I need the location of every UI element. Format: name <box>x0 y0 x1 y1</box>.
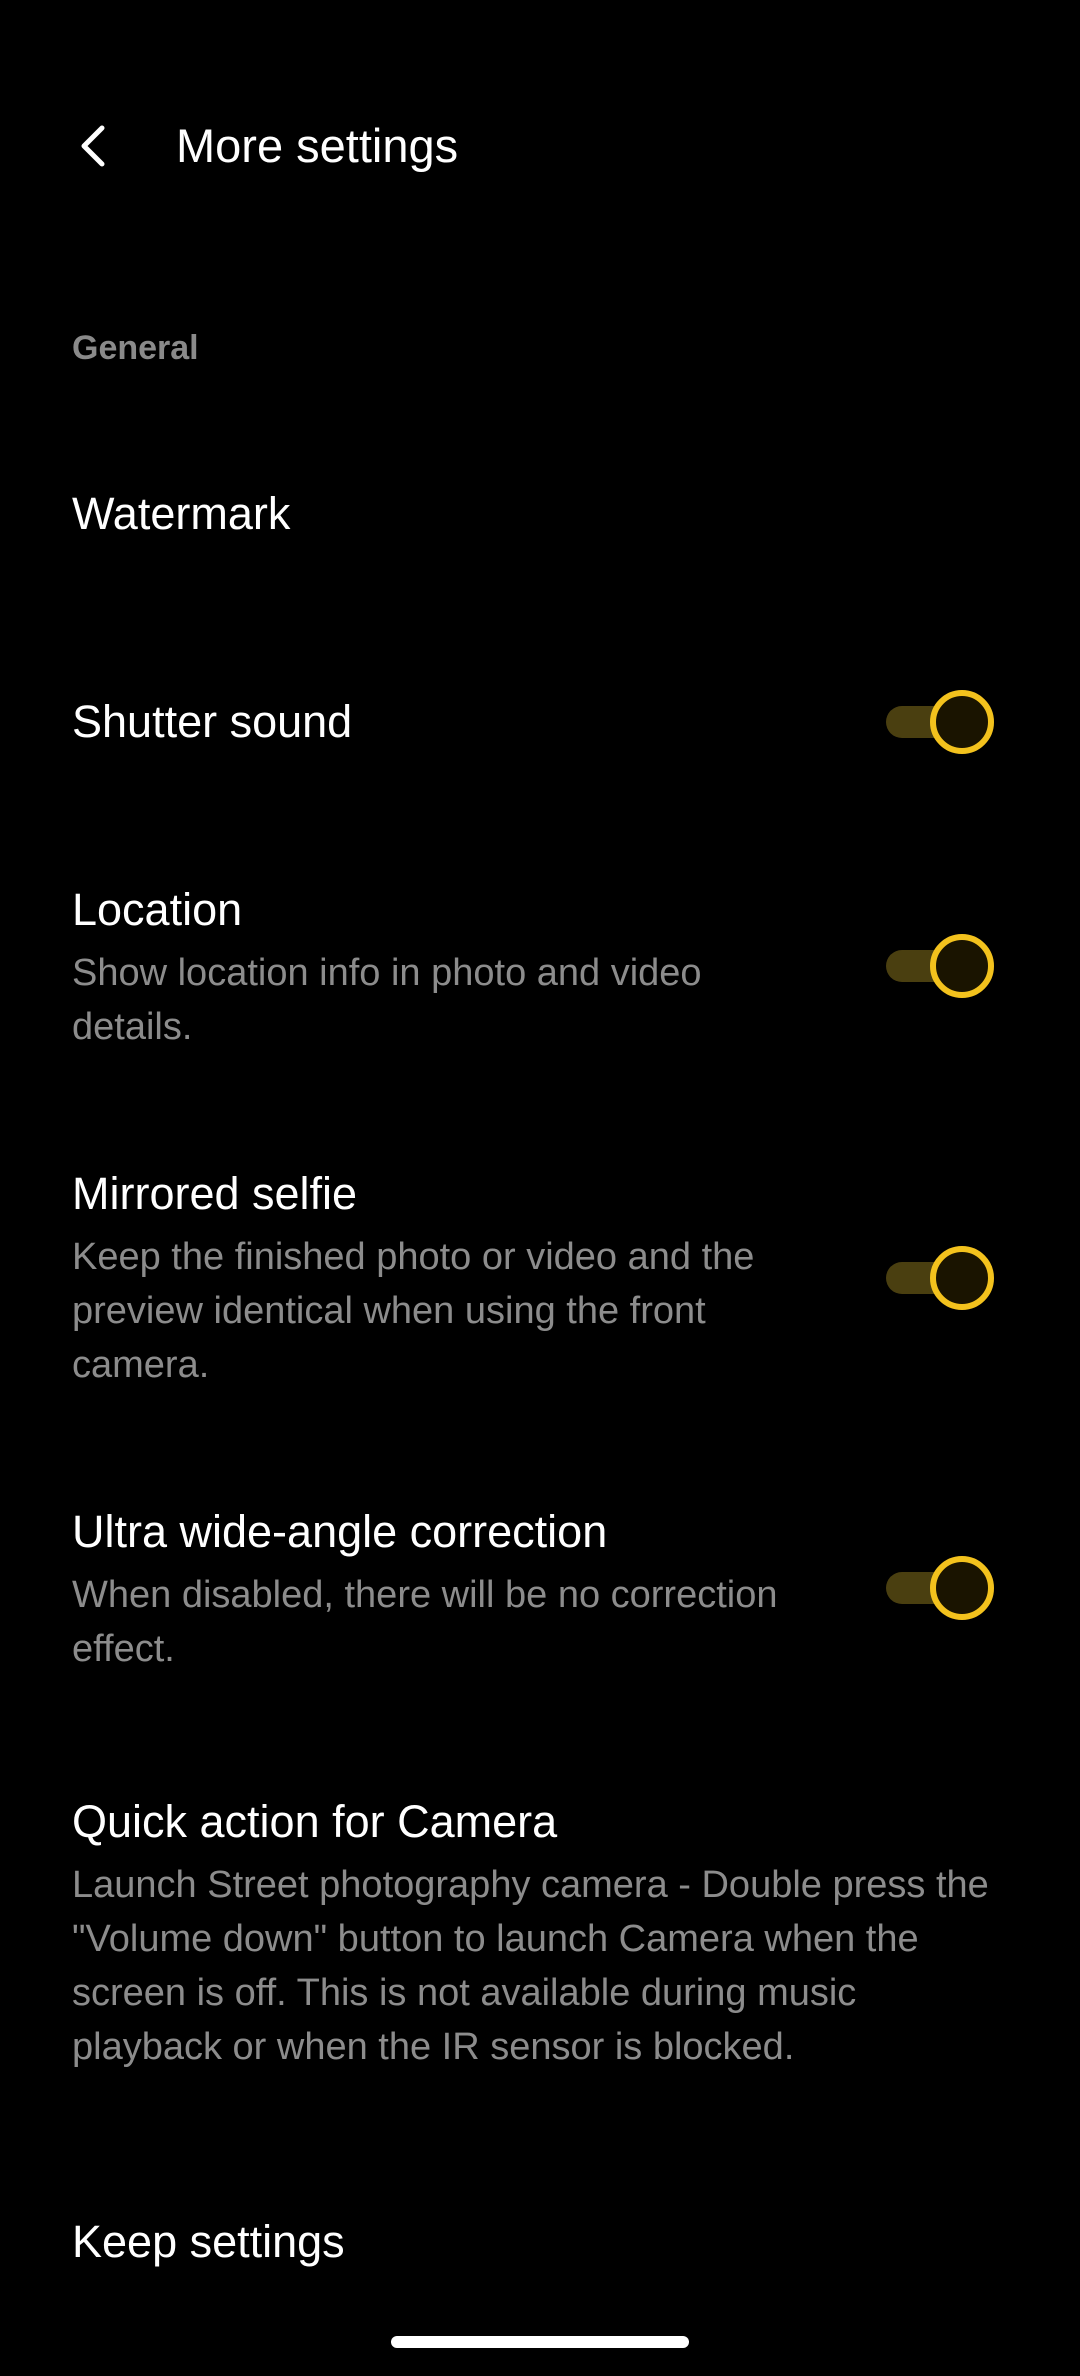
setting-ultra-wide-correction[interactable]: Ultra wide-angle correction When disable… <box>0 1500 1080 1700</box>
setting-title: Mirrored selfie <box>72 1168 358 1219</box>
setting-description: Launch Street photography camera - Doubl… <box>72 1864 989 2068</box>
mirrored-selfie-toggle[interactable] <box>886 1246 998 1310</box>
setting-title: Location <box>72 884 243 935</box>
setting-title: Keep settings <box>72 2216 345 2267</box>
ultra-wide-correction-toggle[interactable] <box>886 1556 998 1620</box>
toggle-knob <box>930 934 994 998</box>
setting-title: Ultra wide-angle correction <box>72 1506 608 1557</box>
page-title: More settings <box>176 119 459 172</box>
setting-quick-action[interactable]: Quick action for Camera Launch Street ph… <box>0 1790 1080 2090</box>
setting-description: Show location info in photo and video de… <box>72 952 702 1048</box>
chevron-left-icon <box>81 125 105 167</box>
back-button[interactable] <box>58 110 130 182</box>
location-toggle[interactable] <box>886 934 998 998</box>
toggle-knob <box>930 1246 994 1310</box>
setting-description: When disabled, there will be no correcti… <box>72 1574 778 1670</box>
setting-title: Quick action for Camera <box>72 1796 558 1847</box>
setting-title: Shutter sound <box>72 696 353 747</box>
shutter-sound-toggle[interactable] <box>886 690 998 754</box>
setting-description: Keep the finished photo or video and the… <box>72 1236 755 1386</box>
section-label-general: General <box>72 329 199 367</box>
app-header: More settings <box>0 90 1080 200</box>
setting-watermark[interactable]: Watermark <box>0 450 1080 580</box>
home-indicator[interactable] <box>391 2336 689 2348</box>
setting-keep-settings[interactable]: Keep settings <box>0 2210 1080 2320</box>
setting-mirrored-selfie[interactable]: Mirrored selfie Keep the finished photo … <box>0 1160 1080 1410</box>
toggle-knob <box>930 690 994 754</box>
setting-shutter-sound[interactable]: Shutter sound <box>0 660 1080 790</box>
setting-location[interactable]: Location Show location info in photo and… <box>0 870 1080 1070</box>
toggle-knob <box>930 1556 994 1620</box>
setting-title: Watermark <box>72 488 291 539</box>
